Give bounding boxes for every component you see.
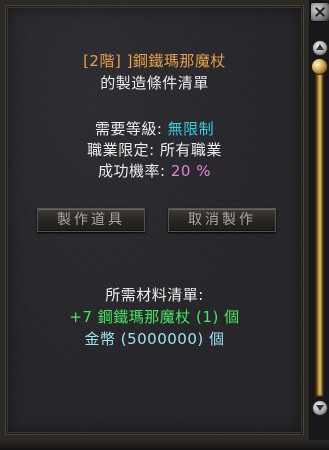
material-item: +7 鋼鐵瑪那魔杖 (1) 個 bbox=[69, 308, 240, 326]
level-requirement-row: 需要等級: 無限制 bbox=[0, 118, 309, 139]
rate-label: 成功機率: bbox=[98, 162, 166, 180]
level-value: 無限制 bbox=[167, 120, 215, 138]
scrollbar[interactable] bbox=[309, 0, 329, 450]
class-label: 職業限定: bbox=[87, 141, 155, 159]
make-item-button[interactable]: 製作道具 bbox=[37, 208, 145, 232]
close-icon[interactable] bbox=[310, 2, 329, 22]
scroll-thumb-icon[interactable] bbox=[311, 58, 328, 75]
item-title: [2階] ]鋼鐵瑪那魔杖 bbox=[83, 52, 226, 70]
window-bottom-border bbox=[0, 440, 329, 450]
success-rate-row: 成功機率: 20 % bbox=[0, 160, 309, 181]
class-requirement-row: 職業限定: 所有職業 bbox=[0, 139, 309, 160]
item-subtitle: 的製造條件清單 bbox=[100, 74, 209, 92]
crafting-window: [2階] ]鋼鐵瑪那魔杖 的製造條件清單 需要等級: 無限制 職業限定: 所有職… bbox=[0, 0, 329, 450]
class-value: 所有職業 bbox=[159, 141, 222, 159]
scroll-down-arrow-icon[interactable] bbox=[312, 400, 328, 416]
scroll-up-arrow-icon[interactable] bbox=[312, 40, 328, 56]
material-item: 金幣 (5000000) 個 bbox=[84, 330, 225, 348]
level-label: 需要等級: bbox=[94, 120, 163, 138]
scroll-track[interactable] bbox=[315, 60, 324, 397]
rate-value: 20 % bbox=[170, 162, 211, 180]
cancel-making-button[interactable]: 取消製作 bbox=[168, 208, 276, 232]
materials-header: 所需材料清單: bbox=[105, 286, 204, 304]
